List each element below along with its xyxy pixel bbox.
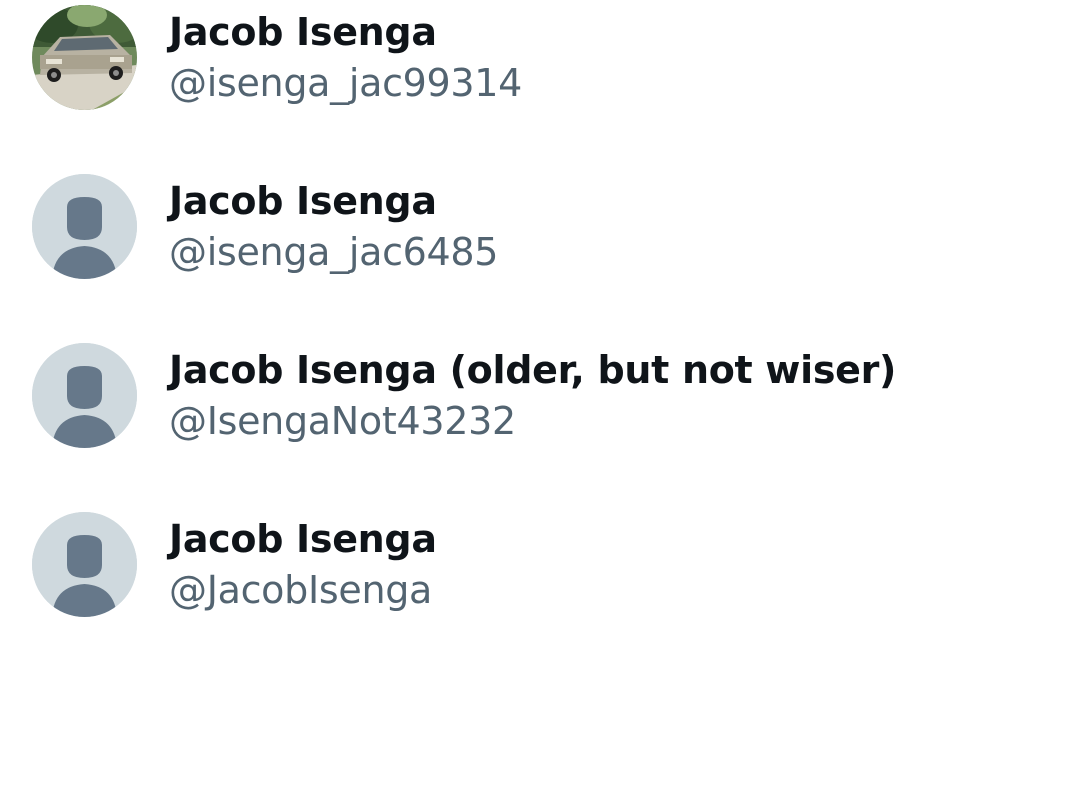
user-handle: @JacobIsenga <box>169 568 433 612</box>
default-profile-icon[interactable] <box>32 174 137 279</box>
user-display-name[interactable]: Jacob Isenga (older, but not wiser) <box>169 348 896 392</box>
default-profile-icon[interactable] <box>32 343 137 448</box>
user-result-row[interactable]: Jacob Isenga @isenga_jac99314 <box>0 0 1079 169</box>
user-handle: @isenga_jac6485 <box>169 230 499 274</box>
user-result-row[interactable]: Jacob Isenga @isenga_jac6485 <box>0 169 1079 338</box>
user-result-row[interactable]: Jacob Isenga @JacobIsenga <box>0 507 1079 676</box>
default-profile-icon[interactable] <box>32 512 137 617</box>
user-handle: @IsengaNot43232 <box>169 399 516 443</box>
car-photo-avatar[interactable] <box>32 5 137 110</box>
user-result-row[interactable]: Jacob Isenga (older, but not wiser) @Ise… <box>0 338 1079 507</box>
user-display-name[interactable]: Jacob Isenga <box>169 10 437 54</box>
user-handle: @isenga_jac99314 <box>169 61 523 105</box>
user-display-name[interactable]: Jacob Isenga <box>169 517 437 561</box>
user-display-name[interactable]: Jacob Isenga <box>169 179 437 223</box>
